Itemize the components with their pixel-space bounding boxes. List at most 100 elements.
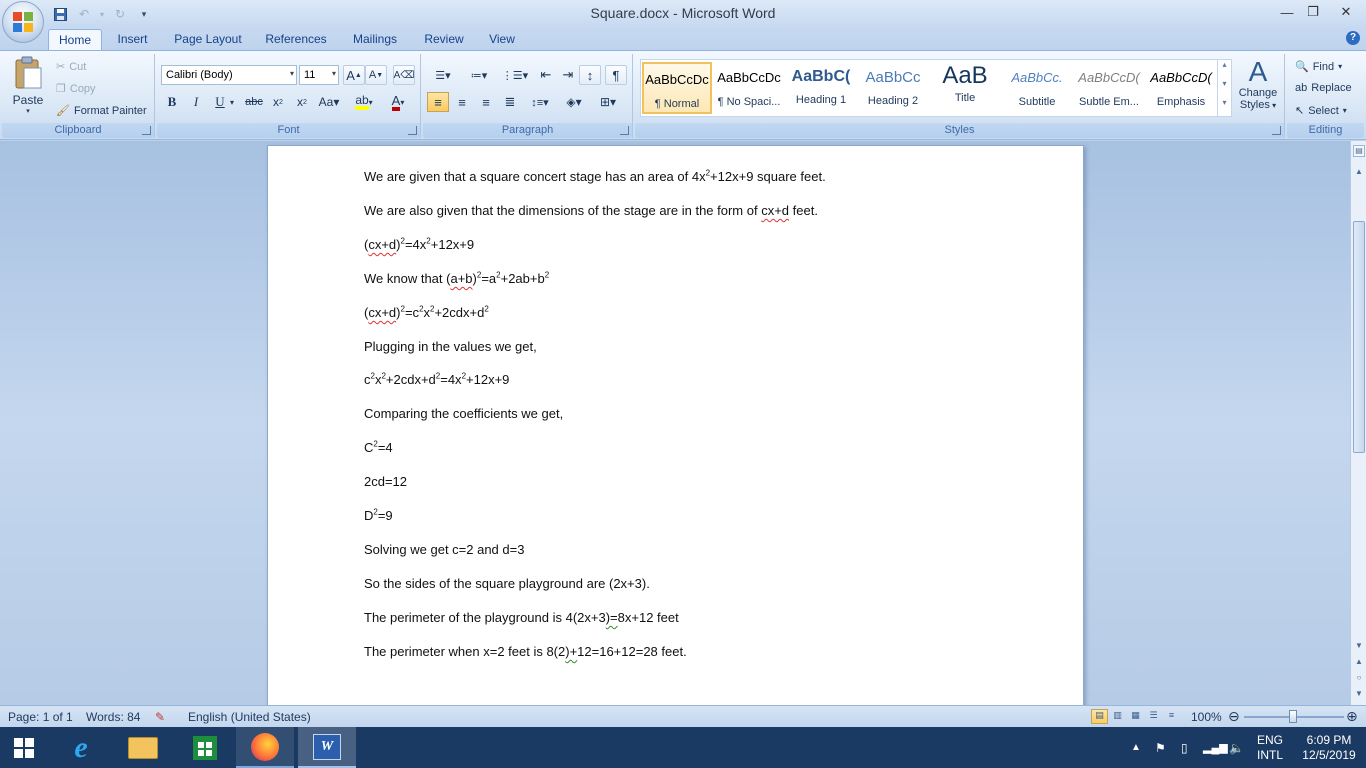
proofing-icon[interactable]: ✎	[155, 710, 165, 724]
tab-review[interactable]: Review	[418, 29, 470, 50]
numbering-button[interactable]: ≔▾	[463, 65, 495, 85]
input-language-indicator[interactable]: ENG INTL	[1257, 727, 1283, 768]
scroll-thumb[interactable]	[1353, 221, 1365, 453]
battery-icon[interactable]: ▯	[1181, 727, 1188, 768]
gallery-down-icon[interactable]: ▾	[1217, 79, 1231, 98]
outline-view-icon[interactable]: ☰	[1145, 709, 1162, 724]
align-right-button[interactable]: ≡	[475, 92, 497, 112]
grow-font-button[interactable]: A ▲	[343, 65, 365, 85]
shrink-font-button[interactable]: A ▼	[365, 65, 387, 85]
minimize-icon[interactable]: —	[1274, 0, 1300, 24]
find-button[interactable]: 🔍 Find ▾	[1295, 60, 1342, 74]
help-icon[interactable]: ?	[1346, 31, 1360, 45]
previous-page-icon[interactable]: ▲	[1353, 657, 1365, 669]
style-subtitle[interactable]: AaBbCc. Subtitle	[1002, 62, 1072, 114]
restore-icon[interactable]: ❐	[1300, 0, 1326, 24]
bold-button[interactable]: B	[161, 92, 183, 112]
document-page[interactable]: We are given that a square concert stage…	[267, 145, 1084, 705]
copy-button[interactable]: ❐ Copy	[56, 82, 96, 96]
chevron-down-icon[interactable]: ▾	[227, 92, 237, 112]
dialog-launcher-icon[interactable]	[408, 126, 417, 135]
font-size-value: 11	[304, 69, 316, 81]
style-no-spacing[interactable]: AaBbCcDc ¶ No Spaci...	[714, 62, 784, 114]
bullets-button[interactable]: ☰▾	[427, 65, 459, 85]
style-heading-2[interactable]: AaBbCc Heading 2	[858, 62, 928, 114]
word-taskbar-icon[interactable]: W	[298, 727, 356, 768]
multilevel-list-button[interactable]: ⋮☰▾	[499, 65, 531, 85]
close-icon[interactable]: ✕	[1326, 0, 1366, 24]
font-size-combo[interactable]: 11 ▾	[299, 65, 339, 85]
ruler-toggle-icon[interactable]: ▤	[1353, 145, 1365, 157]
change-styles-button[interactable]: A Change Styles ▾	[1236, 57, 1280, 121]
store-taskbar-icon[interactable]	[176, 727, 234, 768]
font-family-combo[interactable]: Calibri (Body) ▾	[161, 65, 297, 85]
select-browse-object-icon[interactable]: ○	[1353, 673, 1365, 685]
font-color-button[interactable]: A ▾	[383, 92, 413, 112]
word-icon: W	[313, 733, 341, 760]
italic-button[interactable]: I	[185, 92, 207, 112]
superscript-button[interactable]: x2	[291, 92, 313, 112]
line-spacing-button[interactable]: ↕≡▾	[525, 92, 555, 112]
cut-button[interactable]: ✂ Cut	[56, 60, 86, 74]
dialog-launcher-icon[interactable]	[620, 126, 629, 135]
tab-view[interactable]: View	[482, 29, 522, 50]
file-explorer-taskbar-icon[interactable]	[114, 727, 172, 768]
full-screen-reading-view-icon[interactable]: ▥	[1109, 709, 1126, 724]
sort-button[interactable]: ↕	[579, 65, 601, 85]
clear-formatting-icon[interactable]: A⌫	[393, 65, 415, 85]
justify-button[interactable]: ≣	[499, 92, 521, 112]
borders-button[interactable]: ⊞▾	[593, 92, 623, 112]
word-count[interactable]: Words: 84	[86, 710, 140, 724]
show-hidden-icons-icon[interactable]: ▲	[1131, 727, 1141, 768]
clock[interactable]: 6:09 PM 12/5/2019	[1296, 727, 1362, 768]
paste-button[interactable]: Paste ▾	[8, 56, 48, 118]
dialog-launcher-icon[interactable]	[142, 126, 151, 135]
highlight-button[interactable]: ab ▾	[349, 92, 379, 112]
office-button[interactable]	[2, 1, 44, 43]
shading-button[interactable]: ◈▾	[559, 92, 589, 112]
network-signal-icon[interactable]: ▂▄▆	[1203, 727, 1228, 768]
next-page-icon[interactable]: ▼	[1353, 689, 1365, 701]
scroll-down-icon[interactable]: ▼	[1353, 641, 1365, 653]
style-heading-1[interactable]: AaBbC( Heading 1	[786, 62, 856, 114]
page-count[interactable]: Page: 1 of 1	[8, 710, 73, 724]
change-case-button[interactable]: Aa▾	[315, 92, 343, 112]
print-layout-view-icon[interactable]: ▤	[1091, 709, 1108, 724]
start-button[interactable]	[0, 727, 48, 768]
internet-explorer-taskbar-icon[interactable]: e	[52, 727, 110, 768]
decrease-indent-button[interactable]: ⇤	[535, 65, 557, 85]
style-title[interactable]: AaB Title	[930, 62, 1000, 114]
zoom-out-icon[interactable]: ⊖	[1228, 708, 1240, 725]
style-emphasis[interactable]: AaBbCcD( Emphasis	[1146, 62, 1216, 114]
show-formatting-button[interactable]: ¶	[605, 65, 627, 85]
subscript-button[interactable]: x2	[267, 92, 289, 112]
zoom-in-icon[interactable]: ⊕	[1346, 708, 1358, 725]
align-left-button[interactable]: ≡	[427, 92, 449, 112]
format-painter-button[interactable]: 🖌 Format Painter	[56, 104, 147, 118]
firefox-taskbar-icon[interactable]	[236, 727, 294, 768]
strikethrough-button[interactable]: abc	[243, 92, 265, 112]
action-center-flag-icon[interactable]: ⚑	[1155, 727, 1166, 768]
tab-page-layout[interactable]: Page Layout	[170, 29, 246, 50]
select-button[interactable]: ↖ Select ▾	[1295, 104, 1347, 118]
language-indicator[interactable]: English (United States)	[188, 710, 311, 724]
web-layout-view-icon[interactable]: ▦	[1127, 709, 1144, 724]
draft-view-icon[interactable]: ≡	[1163, 709, 1180, 724]
zoom-slider-knob[interactable]	[1289, 710, 1297, 723]
tab-mailings[interactable]: Mailings	[345, 29, 405, 50]
align-center-button[interactable]: ≡	[451, 92, 473, 112]
increase-indent-button[interactable]: ⇥	[557, 65, 579, 85]
gallery-more-icon[interactable]: ▾	[1217, 98, 1231, 117]
replace-button[interactable]: ab Replace	[1295, 82, 1352, 94]
zoom-level[interactable]: 100%	[1191, 710, 1222, 724]
gallery-up-icon[interactable]: ▴	[1217, 60, 1231, 79]
vertical-scrollbar[interactable]: ▤ ▲ ▼ ▲ ○ ▼	[1350, 141, 1366, 705]
volume-icon[interactable]: 🔈	[1229, 727, 1244, 768]
tab-references[interactable]: References	[260, 29, 332, 50]
tab-home[interactable]: Home	[48, 29, 102, 50]
tab-insert[interactable]: Insert	[110, 29, 155, 50]
style-normal[interactable]: AaBbCcDc ¶ Normal	[642, 62, 712, 114]
dialog-launcher-icon[interactable]	[1272, 126, 1281, 135]
scroll-up-icon[interactable]: ▲	[1353, 167, 1365, 179]
style-subtle-emphasis[interactable]: AaBbCcD( Subtle Em...	[1074, 62, 1144, 114]
